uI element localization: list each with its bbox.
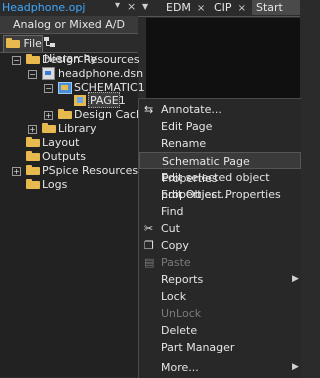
- menu-item-delete[interactable]: Delete: [139, 322, 301, 339]
- design-file-icon: [42, 67, 55, 80]
- scissors-icon: ✂: [144, 222, 154, 235]
- menu-label: Part Manager: [161, 341, 235, 354]
- project-title: Headphone.opj: [2, 1, 86, 14]
- menu-item-copy[interactable]: ❐ Copy: [139, 237, 301, 254]
- menu-label: Paste: [161, 256, 191, 269]
- expand-icon[interactable]: +: [12, 167, 21, 176]
- project-panel: Headphone.opj ▾ × Analog or Mixed A/D Fi…: [0, 0, 150, 377]
- mode-label: Analog or Mixed A/D: [0, 16, 138, 34]
- menu-label: Copy: [161, 239, 189, 252]
- menu-label: Delete: [161, 324, 198, 337]
- tab-cip-label: CIP: [214, 1, 232, 14]
- tree-label: PSpice Resources: [42, 164, 139, 177]
- chevron-right-icon: ▶: [292, 274, 299, 284]
- menu-item-schematic-page-properties[interactable]: Schematic Page Properties: [139, 152, 301, 185]
- folder-icon: [58, 109, 72, 119]
- menu-label: Lock: [161, 290, 187, 303]
- folder-icon: [42, 123, 56, 133]
- menu-label: Edit Page: [161, 120, 213, 133]
- tree-label: Logs: [42, 178, 68, 191]
- folder-icon: [26, 54, 40, 64]
- view-tabs: File Hierarchy: [0, 34, 138, 65]
- menu-label: Rename: [161, 137, 207, 150]
- menu-item-rename[interactable]: Rename: [139, 135, 301, 152]
- tree-item-library[interactable]: + Library: [0, 121, 138, 136]
- menu-item-more[interactable]: More... ▶: [139, 359, 301, 376]
- tree-label: Outputs: [42, 150, 86, 163]
- folder-icon: [6, 38, 20, 48]
- menu-item-part-manager[interactable]: Part Manager: [139, 339, 301, 356]
- menu-item-edit-page[interactable]: Edit Page: [139, 118, 301, 135]
- tree-item-layout[interactable]: Layout: [0, 135, 138, 150]
- folder-icon: [26, 165, 40, 175]
- close-icon[interactable]: ×: [197, 3, 205, 14]
- folder-icon: [26, 179, 40, 189]
- menu-label: Find: [161, 205, 184, 218]
- page-icon: [74, 95, 86, 106]
- document-tabs: ▼ EDM × CIP × Start Page: [138, 0, 300, 29]
- tree-label: PAGE1: [90, 94, 126, 107]
- tree-label: Library: [58, 122, 97, 135]
- tree-item-pspice[interactable]: + PSpice Resources: [0, 163, 138, 178]
- tree-item-page1[interactable]: PAGE1: [0, 93, 138, 108]
- paste-icon: ▤: [144, 256, 155, 269]
- tree-label: Design Resources: [42, 53, 140, 66]
- tab-file-label: File: [23, 37, 42, 50]
- context-menu: ⇆ Annotate... Edit Page Rename Schematic…: [138, 98, 301, 378]
- menu-label: Reports: [161, 273, 204, 286]
- tab-edm[interactable]: EDM ×: [166, 0, 205, 15]
- tree-item-outputs[interactable]: Outputs: [0, 149, 138, 164]
- expand-icon[interactable]: +: [28, 125, 37, 134]
- document-canvas: [146, 18, 300, 108]
- tab-hierarchy[interactable]: Hierarchy: [44, 35, 110, 65]
- menu-item-edit-object-properties[interactable]: Edit Object Properties: [139, 186, 301, 203]
- tree-item-logs[interactable]: Logs: [0, 177, 138, 192]
- tab-file[interactable]: File: [3, 35, 43, 52]
- menu-label: More...: [161, 361, 199, 374]
- tab-cip[interactable]: CIP ×: [214, 0, 246, 15]
- chevron-down-icon[interactable]: ▼: [142, 2, 148, 11]
- collapse-icon[interactable]: −: [44, 84, 53, 93]
- menu-item-paste[interactable]: ▤ Paste: [139, 254, 301, 271]
- folder-icon: [26, 151, 40, 161]
- menu-label: Edit Object Properties: [161, 188, 281, 201]
- folder-icon: [26, 137, 40, 147]
- tab-start-page[interactable]: Start Page: [252, 0, 300, 29]
- tree-item-dsn[interactable]: − headphone.dsn: [0, 66, 143, 81]
- tree-label: headphone.dsn: [58, 67, 144, 80]
- close-icon[interactable]: ×: [238, 3, 246, 14]
- menu-item-cut[interactable]: ✂ Cut: [139, 220, 301, 237]
- hierarchy-icon: [44, 37, 55, 47]
- annotate-icon: ⇆: [144, 103, 154, 116]
- close-icon[interactable]: ×: [127, 0, 136, 13]
- panel-titlebar: Headphone.opj ▾ ×: [0, 0, 138, 16]
- menu-item-edit-selected-properties[interactable]: Edit selected object properties...: [139, 169, 301, 201]
- chevron-right-icon: ▶: [292, 362, 299, 372]
- tree-item-design-cache[interactable]: + Design Cache: [0, 107, 150, 122]
- menu-label: UnLock: [161, 307, 202, 320]
- menu-item-lock[interactable]: Lock: [139, 288, 301, 305]
- tree-label: Layout: [42, 136, 80, 149]
- copy-icon: ❐: [144, 239, 154, 252]
- menu-item-annotate[interactable]: ⇆ Annotate...: [139, 101, 301, 118]
- tree-item-design-resources[interactable]: − Design Resources: [0, 52, 140, 67]
- collapse-icon[interactable]: −: [28, 70, 37, 79]
- tab-edm-label: EDM: [166, 1, 191, 14]
- menu-item-unlock[interactable]: UnLock: [139, 305, 301, 322]
- menu-label: Cut: [161, 222, 180, 235]
- pin-icon[interactable]: ▾: [115, 0, 120, 11]
- menu-item-find[interactable]: Find: [139, 203, 301, 220]
- collapse-icon[interactable]: −: [12, 56, 21, 65]
- menu-item-reports[interactable]: Reports ▶: [139, 271, 301, 288]
- expand-icon[interactable]: +: [44, 111, 53, 120]
- menu-label: Annotate...: [161, 103, 222, 116]
